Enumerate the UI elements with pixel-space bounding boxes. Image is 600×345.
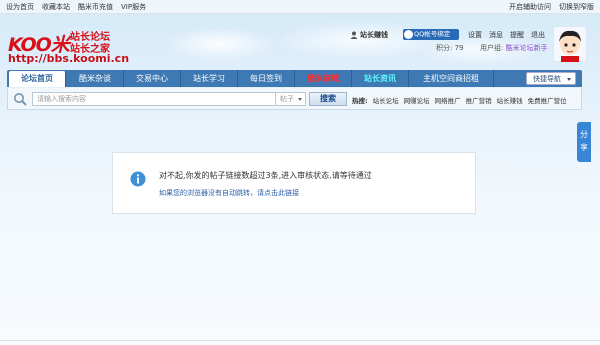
- quick-nav-dropdown[interactable]: 快捷导航: [526, 72, 576, 85]
- hot-search: 热搜: 站长论坛 网赚论坛 网络推广 推广营销 站长赚钱 免费推广营位: [352, 95, 567, 105]
- settings-link[interactable]: 设置: [468, 30, 482, 40]
- bookmark-link[interactable]: 收藏本站: [42, 2, 70, 12]
- narrow-layout-link[interactable]: 切换到窄版: [559, 2, 594, 12]
- hot-term[interactable]: 网络推广: [435, 95, 461, 105]
- message-box: 对不起,你发的帖子链接数超过3条,进入审核状态,请等待通过 如果您的浏览器没有自…: [112, 152, 476, 214]
- top-bar: 设为首页 收藏本站 酷米币充值 VIP服务 开启辅助访问 切换到窄版: [0, 0, 600, 14]
- tab-host-rental[interactable]: 主机空间商招租: [409, 70, 494, 87]
- message-text: 对不起,你发的帖子链接数超过3条,进入审核状态,请等待通过: [159, 171, 372, 180]
- set-homepage-link[interactable]: 设为首页: [6, 2, 34, 12]
- qq-bind-button[interactable]: QQ帐号绑定: [403, 29, 459, 40]
- tab-forum-home[interactable]: 论坛首页: [9, 71, 66, 87]
- hot-search-label: 热搜:: [352, 97, 368, 105]
- search-bar: 请输入搜索内容 帖子 搜索 热搜: 站长论坛 网赚论坛 网络推广 推广营销 站长…: [7, 88, 582, 110]
- user-group: 用户组: 酷米论坛新手: [480, 43, 548, 53]
- search-button[interactable]: 搜索: [309, 92, 347, 106]
- search-input[interactable]: 请输入搜索内容: [32, 92, 276, 106]
- logo-url: http://bbs.koomi.cn: [8, 52, 130, 65]
- hot-term[interactable]: 推广营销: [466, 95, 492, 105]
- info-icon: [130, 171, 146, 187]
- recharge-link[interactable]: 酷米币充值: [78, 2, 113, 12]
- chevron-down-icon: [567, 78, 571, 81]
- search-type-value: 帖子: [280, 95, 294, 103]
- quick-nav-label: 快捷导航: [533, 75, 561, 83]
- tab-koomi-mall[interactable]: 酷米商城: [295, 70, 352, 87]
- redirect-link[interactable]: 如果您的浏览器没有自动跳转，请点击此链接: [159, 188, 299, 198]
- site-logo[interactable]: KOO米 站长论坛 站长之家 http://bbs.koomi.cn: [8, 28, 130, 66]
- user-group-value[interactable]: 酷米论坛新手: [506, 44, 548, 52]
- tab-webmaster-learning[interactable]: 站长学习: [181, 70, 238, 87]
- messages-link[interactable]: 消息: [489, 30, 503, 40]
- reminders-link[interactable]: 提醒: [510, 30, 524, 40]
- tab-koomi-chat[interactable]: 酷米杂谈: [67, 70, 124, 87]
- earn-money-label: 站长赚钱: [360, 31, 388, 39]
- bottom-divider: [0, 340, 600, 341]
- share-button[interactable]: 分享: [577, 122, 591, 162]
- user-group-label: 用户组:: [480, 44, 504, 52]
- qq-icon: [404, 30, 413, 39]
- tab-daily-checkin[interactable]: 每日签到: [238, 70, 295, 87]
- search-icon: [14, 93, 27, 106]
- main-nav: 论坛首页 酷米杂谈 交易中心 站长学习 每日签到 酷米商城 站长资讯 主机空间商…: [7, 70, 582, 87]
- chevron-down-icon: [298, 98, 302, 101]
- hot-term[interactable]: 免费推广营位: [528, 95, 567, 105]
- hot-term[interactable]: 站长赚钱: [497, 95, 523, 105]
- tab-webmaster-news[interactable]: 站长资讯: [352, 70, 409, 87]
- points-link[interactable]: 积分: 79: [436, 43, 464, 53]
- user-area: 站长赚钱 QQ帐号绑定 设置 消息 提醒 退出 积分: 79 用户组: 酷米论坛…: [350, 28, 550, 64]
- accessibility-link[interactable]: 开启辅助访问: [509, 2, 551, 12]
- person-icon: [350, 31, 358, 39]
- vip-service-link[interactable]: VIP服务: [121, 2, 146, 12]
- avatar[interactable]: [553, 26, 587, 62]
- hot-term[interactable]: 站长论坛: [373, 95, 399, 105]
- earn-money-link[interactable]: 站长赚钱: [350, 30, 388, 40]
- tab-trade-center[interactable]: 交易中心: [124, 70, 181, 87]
- logout-link[interactable]: 退出: [531, 30, 545, 40]
- hot-term[interactable]: 网赚论坛: [404, 95, 430, 105]
- search-type-select[interactable]: 帖子: [276, 92, 306, 106]
- qq-bind-label: QQ帐号绑定: [414, 30, 451, 38]
